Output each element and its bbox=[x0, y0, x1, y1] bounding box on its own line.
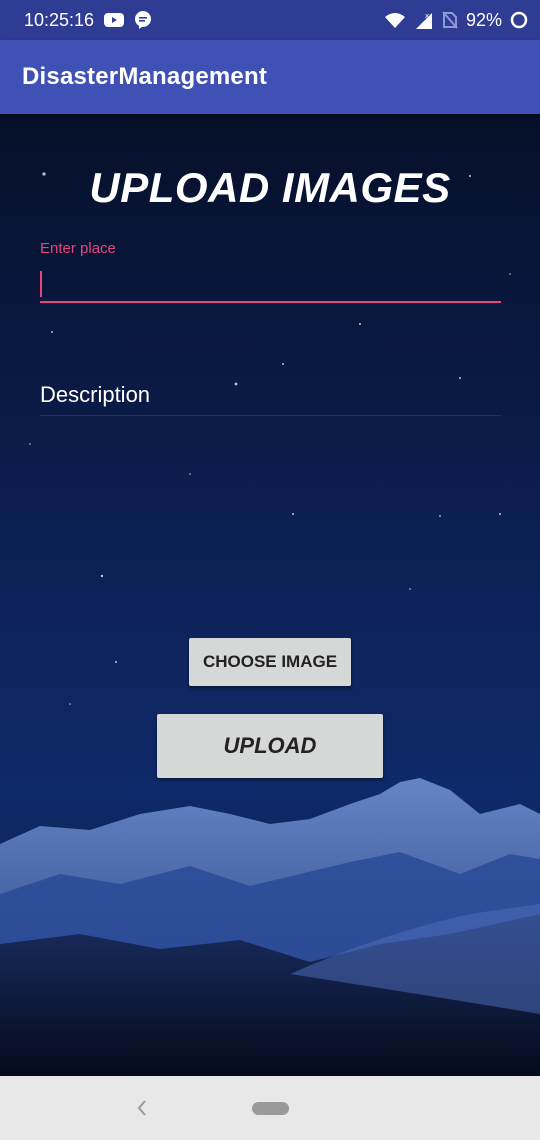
status-bar: 10:25:16 x 92% bbox=[0, 0, 540, 40]
home-pill-icon[interactable] bbox=[252, 1102, 289, 1115]
text-cursor bbox=[40, 271, 42, 297]
page-title: UPLOAD IMAGES bbox=[89, 164, 451, 211]
place-input[interactable] bbox=[40, 265, 501, 303]
cell-signal-icon: x bbox=[414, 11, 434, 29]
back-icon[interactable] bbox=[134, 1098, 150, 1123]
place-field-label: Enter place bbox=[40, 240, 116, 257]
upload-button[interactable]: UPLOAD bbox=[157, 714, 383, 778]
app-bar: DisasterManagement bbox=[0, 40, 540, 114]
status-time: 10:25:16 bbox=[24, 9, 95, 30]
choose-image-button[interactable]: CHOOSE IMAGE bbox=[189, 638, 351, 686]
upload-screen: UPLOAD IMAGES Enter place Description CH… bbox=[0, 114, 540, 1076]
battery-percent: 92% bbox=[465, 9, 502, 30]
battery-ring-icon bbox=[510, 11, 528, 29]
wifi-icon bbox=[384, 12, 406, 28]
place-field[interactable]: Enter place bbox=[40, 240, 501, 303]
svg-text:x: x bbox=[425, 12, 429, 20]
no-sim-icon bbox=[442, 11, 458, 29]
navigation-bar bbox=[0, 1076, 540, 1140]
chat-bubble-icon bbox=[134, 11, 152, 29]
description-field[interactable]: Description bbox=[40, 382, 501, 416]
app-title: DisasterManagement bbox=[22, 63, 268, 90]
youtube-icon bbox=[104, 13, 125, 27]
description-input[interactable]: Description bbox=[40, 382, 501, 416]
